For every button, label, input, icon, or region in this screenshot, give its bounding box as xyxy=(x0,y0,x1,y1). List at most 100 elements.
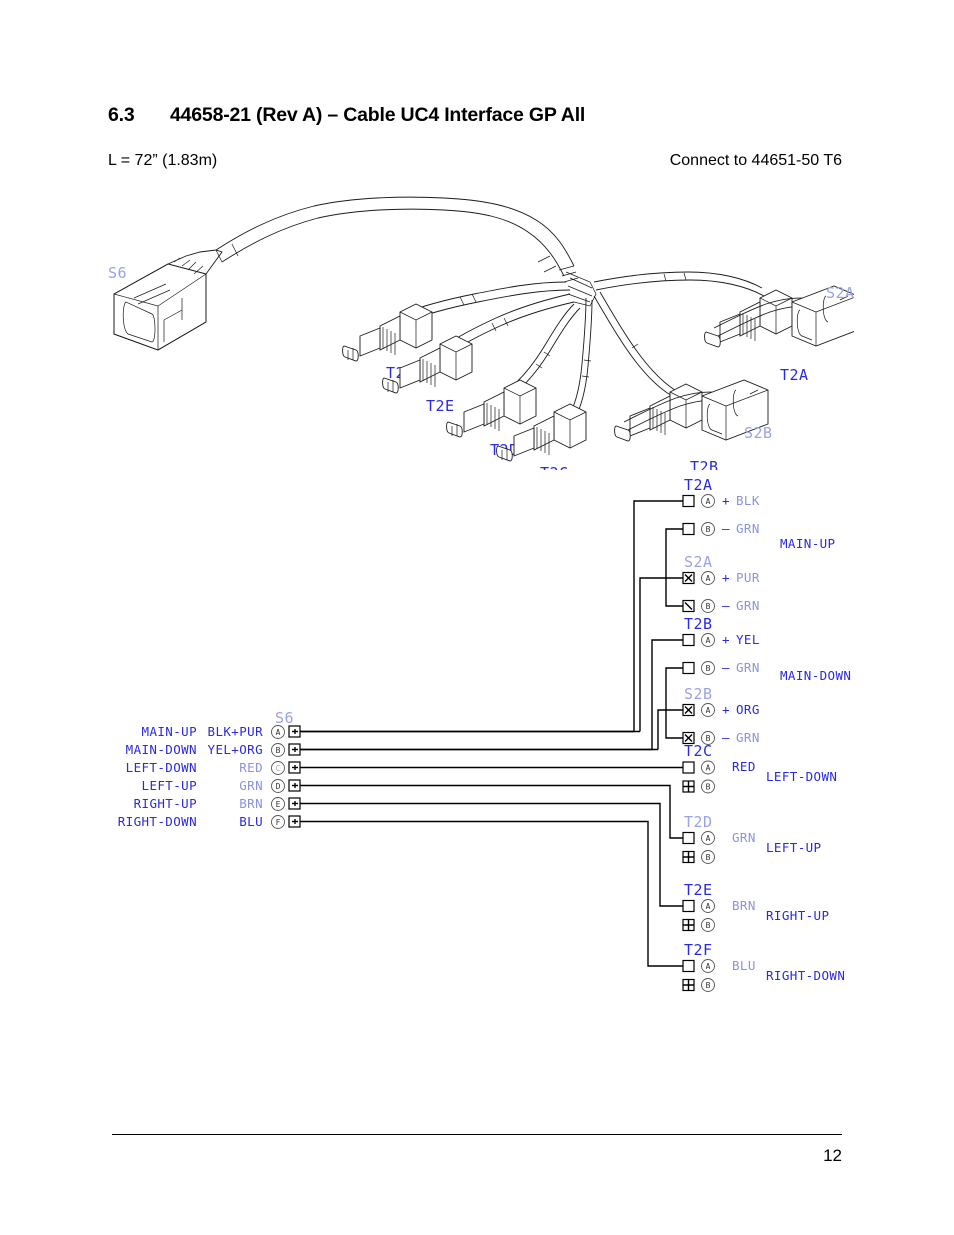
s6-pin-c: C xyxy=(276,764,281,773)
s6-source-block: S6 MAIN-UP BLK+PUR A MAIN-DOWN YEL+ORG B… xyxy=(118,709,301,829)
section-title: 44658-21 (Rev A) – Cable UC4 Interface G… xyxy=(170,104,586,126)
t2d-wire-a: GRN xyxy=(732,830,756,845)
s2b-sign-b: – xyxy=(722,730,730,745)
illustration-label-t2a: T2A xyxy=(780,366,809,384)
s6-title: S6 xyxy=(275,709,294,727)
t2a-pin-b: B xyxy=(706,525,711,534)
leg-t2b-drawing xyxy=(593,291,679,397)
page-title: 6.3 44658-21 (Rev A) – Cable UC4 Interfac… xyxy=(108,104,848,127)
t2e-wire-a: BRN xyxy=(732,898,756,913)
s2a-sign-a: + xyxy=(722,570,730,585)
t2c-pin-a: A xyxy=(706,764,711,773)
cable-length-label: L = 72” (1.83m) xyxy=(108,152,218,169)
t2f-wire-a: BLU xyxy=(732,958,756,973)
t2d-pin-a: A xyxy=(706,834,711,843)
s6-function-f: RIGHT-DOWN xyxy=(118,814,197,829)
illustration-label-t2b: T2B xyxy=(690,458,719,470)
t2a-pin-a: A xyxy=(706,497,711,506)
s6-wire-f: BLU xyxy=(239,814,263,829)
subheader: L = 72” (1.83m) Connect to 44651-50 T6 xyxy=(108,152,842,170)
s6-row-a: MAIN-UP BLK+PUR A xyxy=(142,724,301,739)
t2f-title: T2F xyxy=(684,941,713,959)
s6-row-b: MAIN-DOWN YEL+ORG B xyxy=(126,742,301,757)
s2a-sign-b: – xyxy=(722,598,730,613)
leg-t2a-drawing xyxy=(593,271,765,297)
s6-function-a: MAIN-UP xyxy=(142,724,197,739)
terminal-block-t2e: T2E A BRN RIGHT-UP B xyxy=(682,881,829,932)
t2b-title: T2B xyxy=(684,615,713,633)
s6-function-b: MAIN-DOWN xyxy=(126,742,197,757)
s2a-wire-a: PUR xyxy=(736,570,760,585)
t2b-pin-a: A xyxy=(706,636,711,645)
t2c-wire-a: RED xyxy=(732,759,756,774)
wiring-schematic: S6 MAIN-UP BLK+PUR A MAIN-DOWN YEL+ORG B… xyxy=(100,478,950,1008)
s6-pin-e: E xyxy=(276,800,281,809)
t2b-sign-b: – xyxy=(722,660,730,675)
t2f-function: RIGHT-DOWN xyxy=(766,968,845,983)
t2b-sign-a: + xyxy=(722,632,730,647)
s2a-pin-b: B xyxy=(706,602,711,611)
t2a-connector-drawing xyxy=(704,289,793,348)
t2b-pin-b: B xyxy=(706,664,711,673)
terminal-block-t2b: T2B A + YEL B – GRN xyxy=(682,615,760,675)
s2b-sign-a: + xyxy=(722,702,730,717)
cable-harness-illustration: T2F T2E xyxy=(104,190,854,470)
t2f-pin-b: B xyxy=(706,981,711,990)
t2e-title: T2E xyxy=(684,881,713,899)
group-function-main-down: MAIN-DOWN xyxy=(780,668,851,683)
t2b-wire-b: GRN xyxy=(736,660,760,675)
page-number: 12 xyxy=(823,1146,842,1165)
s6-wire-c: RED xyxy=(239,760,263,775)
t2a-wire-b: GRN xyxy=(736,521,760,536)
t2b-connector-drawing xyxy=(614,383,703,442)
s6-row-f: RIGHT-DOWN BLU F xyxy=(118,814,301,829)
s6-wire-b: YEL+ORG xyxy=(208,742,263,757)
s2a-wire-b: GRN xyxy=(736,598,760,613)
main-cable-drawing xyxy=(215,196,579,283)
s2b-wire-a: ORG xyxy=(736,702,760,717)
cable-breakout-drawing xyxy=(565,271,597,307)
section-number: 6.3 xyxy=(108,104,135,126)
s6-pin-d: D xyxy=(276,782,281,791)
illustration-label-s2b: S2B xyxy=(744,424,773,442)
s6-row-e: RIGHT-UP BRN E xyxy=(134,796,301,811)
t2e-pin-a: A xyxy=(706,902,711,911)
s6-wire-e: BRN xyxy=(239,796,263,811)
illustration-label-s6: S6 xyxy=(108,264,127,282)
illustration-label-s2a: S2A xyxy=(826,284,854,302)
t2c-title: T2C xyxy=(684,742,713,760)
terminal-block-t2a: T2A A + BLK B – GRN xyxy=(682,478,760,536)
s6-function-c: LEFT-DOWN xyxy=(126,760,197,775)
t2f-connector-drawing xyxy=(342,303,433,362)
t2c-function: LEFT-DOWN xyxy=(766,769,837,784)
t2d-title: T2D xyxy=(684,813,713,831)
s6-row-c: LEFT-DOWN RED C xyxy=(126,760,301,775)
s2a-pin-a: A xyxy=(706,574,711,583)
terminal-block-t2c: T2C A RED LEFT-DOWN B xyxy=(682,742,837,794)
terminal-block-s2b: S2B MAIN-DOWN A + ORG B – GRN xyxy=(682,668,851,745)
illustration-label-t2c: T2C xyxy=(540,464,569,470)
group-function-main-up: MAIN-UP xyxy=(780,536,835,551)
s2a-title: S2A xyxy=(684,553,713,571)
routing-wires xyxy=(300,500,683,967)
s6-row-d: LEFT-UP GRN D xyxy=(142,778,301,793)
t2a-title: T2A xyxy=(684,478,713,494)
s6-pin-a: A xyxy=(276,728,281,737)
t2f-pin-a: A xyxy=(706,962,711,971)
t2e-function: RIGHT-UP xyxy=(766,908,829,923)
t2a-sign-b: – xyxy=(722,521,730,536)
s6-function-e: RIGHT-UP xyxy=(134,796,197,811)
terminal-block-t2d: T2D A GRN LEFT-UP B xyxy=(682,813,821,864)
s2b-wire-b: GRN xyxy=(736,730,760,745)
t2d-function: LEFT-UP xyxy=(766,840,821,855)
s2b-pin-a: A xyxy=(706,706,711,715)
terminal-block-s2a: S2A MAIN-UP A + PUR B – GRN xyxy=(682,536,835,613)
illustration-label-t2e: T2E xyxy=(426,397,455,415)
s2b-title: S2B xyxy=(684,685,713,703)
t2d-pin-b: B xyxy=(706,853,711,862)
connect-to-label: Connect to 44651-50 T6 xyxy=(669,152,842,169)
t2d-connector-drawing xyxy=(446,379,537,438)
terminal-block-t2f: T2F A BLU RIGHT-DOWN B xyxy=(682,941,845,992)
s6-wire-d: GRN xyxy=(239,778,263,793)
s6-pin-b: B xyxy=(276,746,281,755)
